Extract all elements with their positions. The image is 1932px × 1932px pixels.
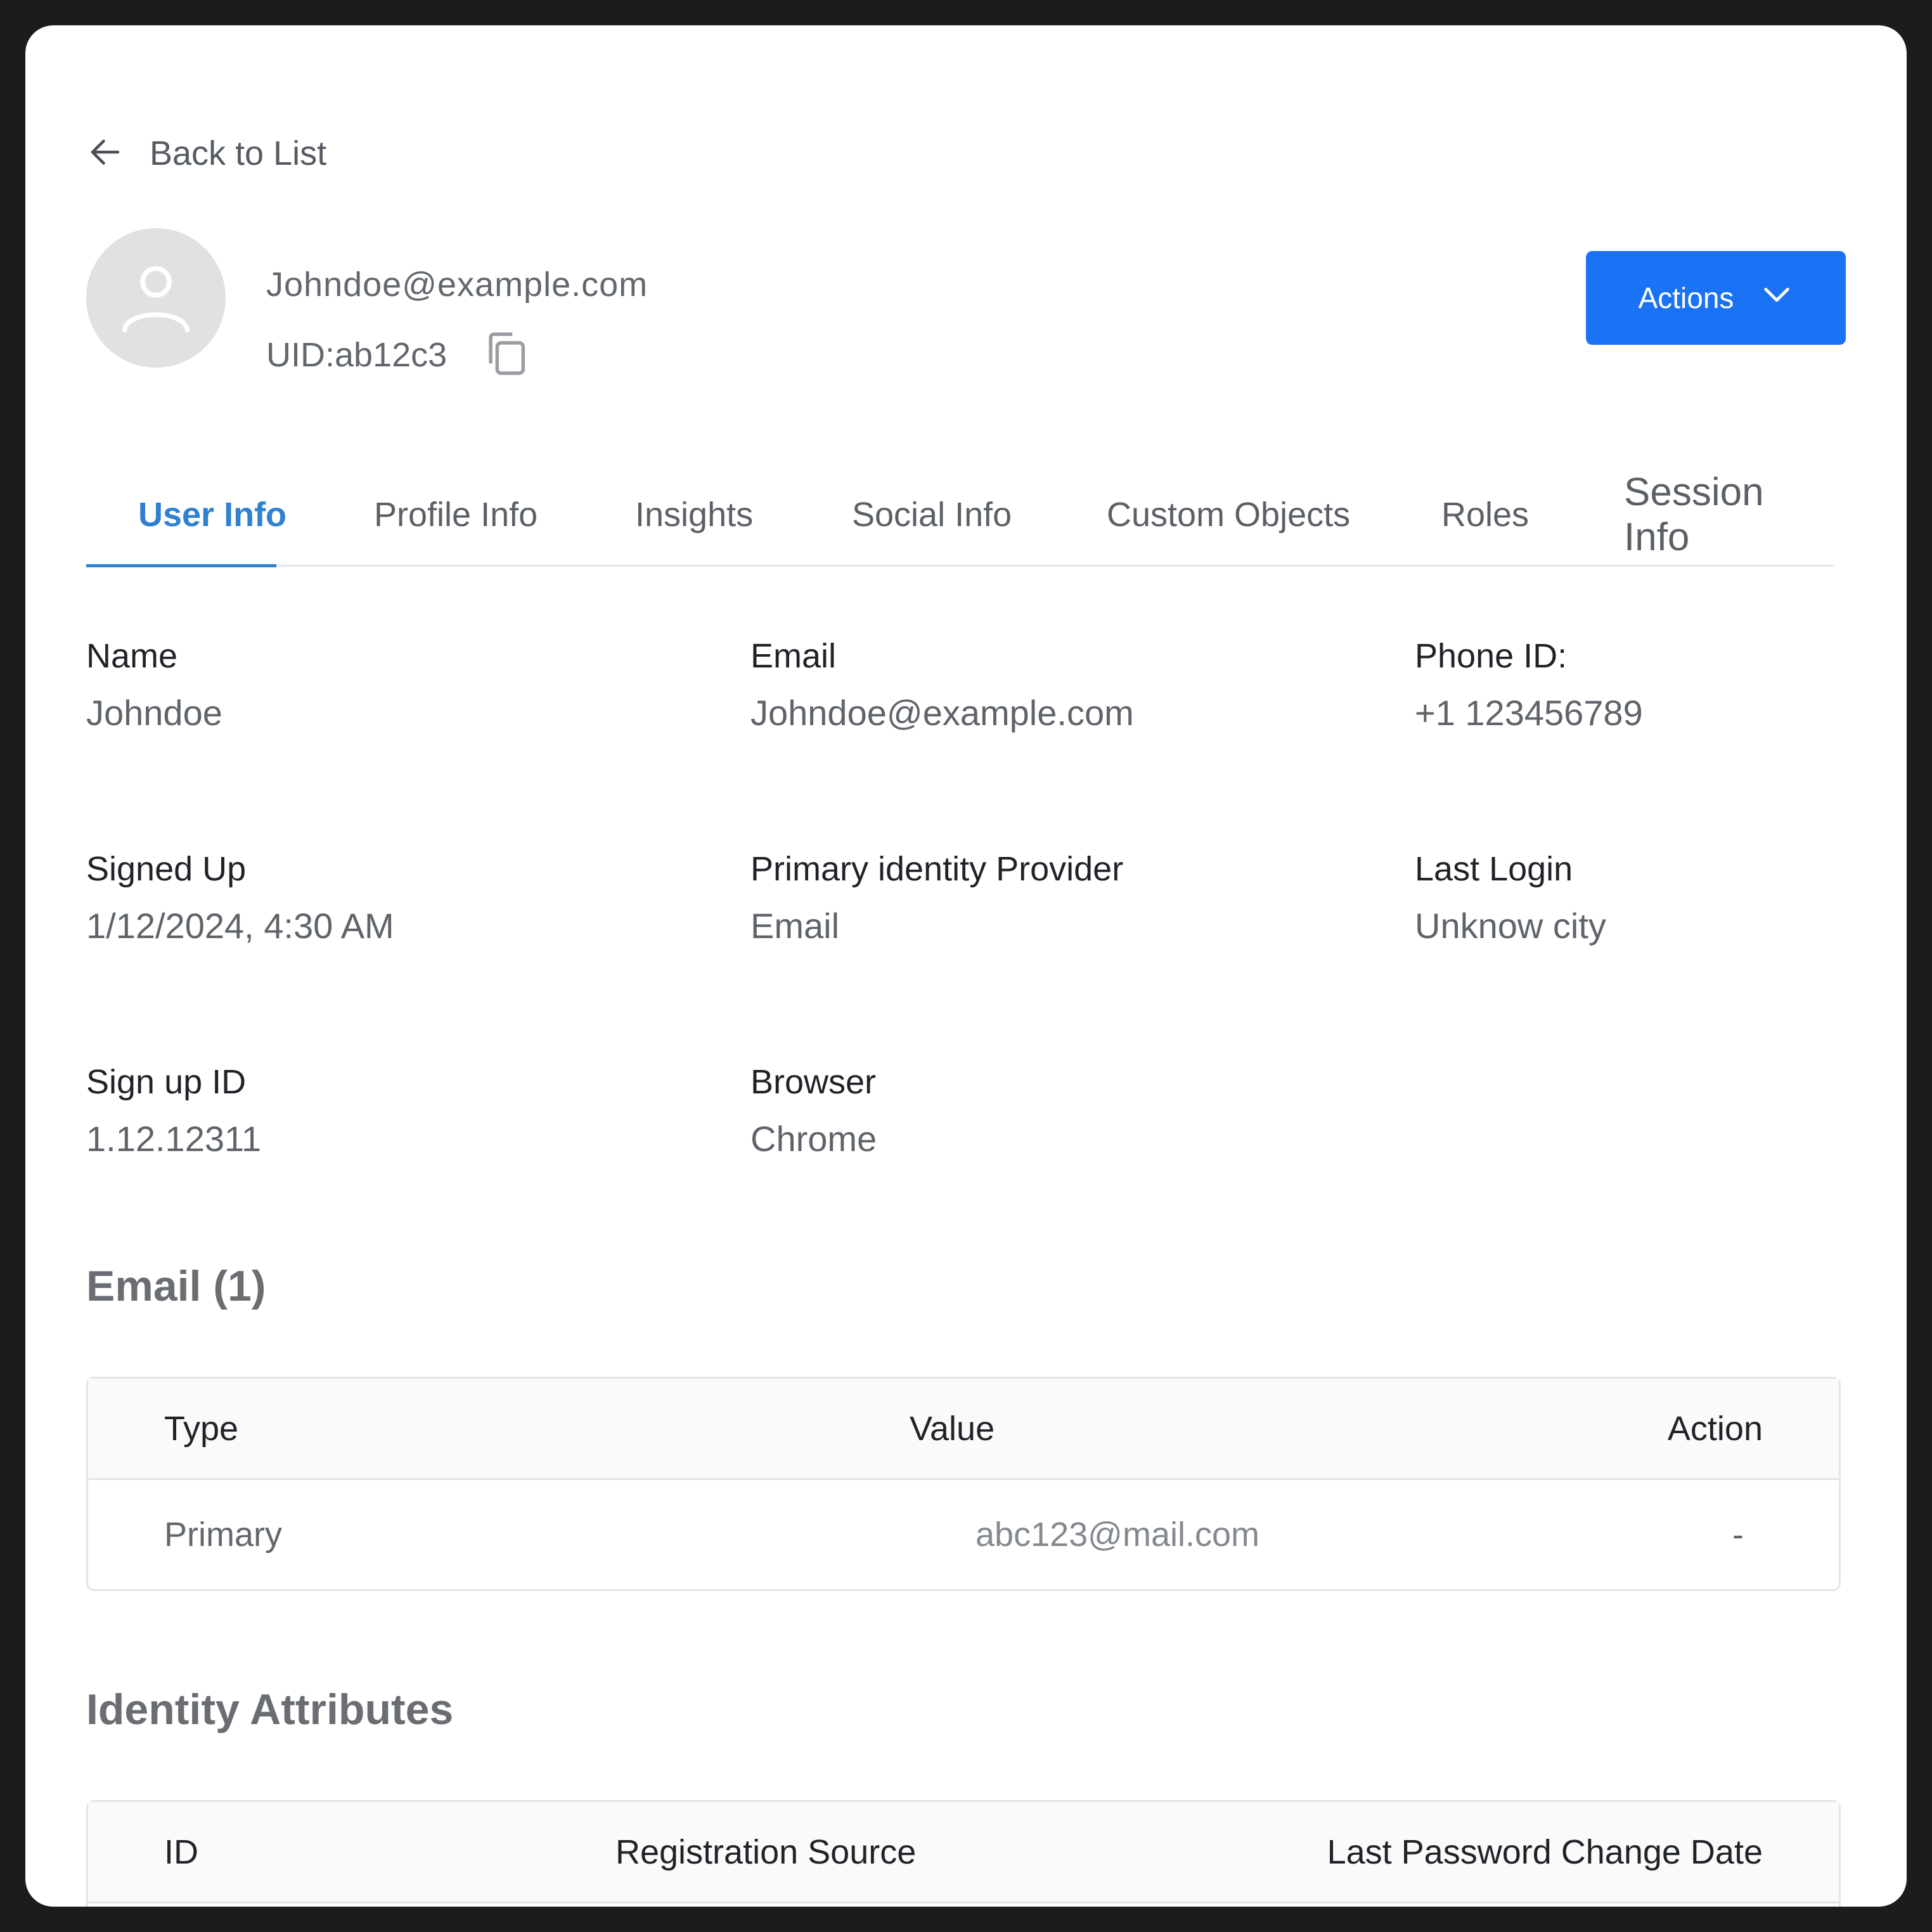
field-value: Email bbox=[750, 906, 840, 946]
tab-session-info[interactable]: Session Info bbox=[1624, 463, 1834, 567]
field-label: Sign up ID bbox=[86, 1063, 247, 1101]
user-uid: UID:ab12c3 bbox=[266, 336, 448, 374]
column-header-registration-source: Registration Source bbox=[615, 1832, 917, 1871]
uid-row: UID:ab12c3 bbox=[266, 323, 532, 387]
copy-uid-button[interactable] bbox=[480, 329, 532, 381]
email-value-cell: abc123@mail.com bbox=[976, 1516, 1260, 1554]
chevron-down-icon bbox=[1760, 278, 1793, 318]
field-browser: Browser Chrome bbox=[750, 1062, 877, 1159]
field-email: Email Johndoe@example.com bbox=[750, 636, 1134, 733]
field-primary-identity-provider: Primary identity Provider Email bbox=[750, 849, 1123, 946]
column-header-action: Action bbox=[1667, 1409, 1763, 1448]
user-email-heading: Johndoe@example.com bbox=[266, 266, 648, 304]
field-last-login: Last Login Unknow city bbox=[1415, 849, 1606, 946]
field-label: Signed Up bbox=[86, 850, 247, 888]
email-type-cell: Primary bbox=[164, 1516, 282, 1554]
table-row: Primary abc123@mail.com - bbox=[88, 1480, 1839, 1589]
user-icon bbox=[112, 252, 200, 344]
field-name: Name Johndoe bbox=[86, 636, 222, 733]
field-sign-up-id: Sign up ID 1.12.12311 bbox=[86, 1062, 261, 1159]
back-to-list-label: Back to List bbox=[150, 134, 327, 172]
column-header-id: ID bbox=[164, 1832, 198, 1871]
tab-insights[interactable]: Insights bbox=[635, 463, 753, 567]
field-label: Browser bbox=[750, 1063, 877, 1101]
field-label: Last Login bbox=[1415, 850, 1573, 888]
arrow-left-icon bbox=[86, 133, 124, 174]
email-action-cell[interactable]: - bbox=[1732, 1480, 1744, 1589]
field-label: Primary identity Provider bbox=[750, 850, 1124, 888]
tab-profile-info[interactable]: Profile Info bbox=[374, 463, 538, 567]
actions-dropdown-button[interactable]: Actions bbox=[1586, 251, 1846, 345]
avatar bbox=[86, 228, 226, 368]
field-value: 1/12/2024, 4:30 AM bbox=[86, 906, 394, 946]
field-value: Unknow city bbox=[1415, 906, 1606, 946]
user-detail-page: Back to List Johndoe@example.com UID:ab1… bbox=[86, 25, 1846, 1907]
table-header: ID Registration Source Last Password Cha… bbox=[88, 1802, 1839, 1903]
tab-roles[interactable]: Roles bbox=[1441, 463, 1529, 567]
tab-social-info[interactable]: Social Info bbox=[852, 463, 1012, 567]
tab-user-info[interactable]: User Info bbox=[138, 463, 287, 567]
field-value: Johndoe bbox=[86, 693, 222, 733]
field-label: Name bbox=[86, 637, 178, 675]
back-to-list-link[interactable]: Back to List bbox=[86, 127, 326, 180]
tab-bar: User Info Profile Info Insights Social I… bbox=[86, 463, 1834, 567]
field-value: Chrome bbox=[750, 1119, 877, 1159]
field-phone: Phone ID: +1 123456789 bbox=[1415, 636, 1643, 733]
app-window: Back to List Johndoe@example.com UID:ab1… bbox=[25, 25, 1907, 1907]
active-tab-indicator bbox=[86, 564, 276, 567]
field-value: Johndoe@example.com bbox=[750, 693, 1134, 733]
field-label: Email bbox=[750, 637, 837, 675]
table-header: Type Value Action bbox=[88, 1379, 1839, 1480]
column-header-last-password-change-date: Last Password Change Date bbox=[1327, 1832, 1763, 1871]
actions-label: Actions bbox=[1638, 281, 1734, 314]
tab-custom-objects[interactable]: Custom Objects bbox=[1107, 463, 1350, 567]
field-value: 1.12.12311 bbox=[86, 1119, 262, 1159]
field-label: Phone ID: bbox=[1415, 637, 1568, 675]
field-signed-up: Signed Up 1/12/2024, 4:30 AM bbox=[86, 849, 394, 946]
identity-attributes-title: Identity Attributes bbox=[86, 1685, 454, 1734]
column-header-value: Value bbox=[910, 1409, 995, 1448]
column-header-type: Type bbox=[164, 1409, 239, 1448]
email-section-title: Email (1) bbox=[86, 1262, 266, 1310]
field-value: +1 123456789 bbox=[1415, 693, 1643, 733]
email-table: Type Value Action Primary abc123@mail.co… bbox=[86, 1377, 1841, 1591]
copy-icon bbox=[480, 328, 532, 383]
identity-attributes-table: ID Registration Source Last Password Cha… bbox=[86, 1800, 1841, 1907]
